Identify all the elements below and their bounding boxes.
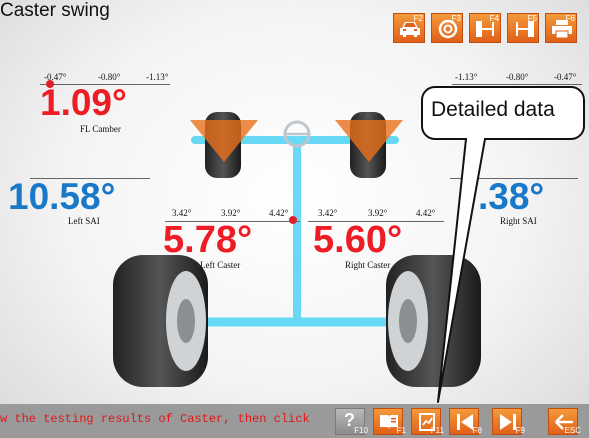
- back-button[interactable]: ESC: [548, 408, 581, 435]
- status-message: w the testing results of Caster, then cl…: [0, 412, 310, 426]
- key-hint: F10: [354, 426, 368, 435]
- key-hint: F11: [430, 426, 444, 435]
- last-page-button[interactable]: F9: [492, 408, 525, 435]
- key-hint: F1: [396, 426, 406, 435]
- key-hint: ESC: [564, 426, 581, 435]
- callout-text: Detailed data: [431, 98, 555, 121]
- first-page-button[interactable]: F8: [449, 408, 482, 435]
- callout-pointer-mask: [467, 134, 484, 140]
- manual-button[interactable]: F1: [373, 408, 406, 435]
- help-button[interactable]: ? F10: [335, 408, 368, 435]
- key-hint: F8: [472, 426, 482, 435]
- report-button[interactable]: F11: [411, 408, 444, 435]
- key-hint: F9: [515, 426, 525, 435]
